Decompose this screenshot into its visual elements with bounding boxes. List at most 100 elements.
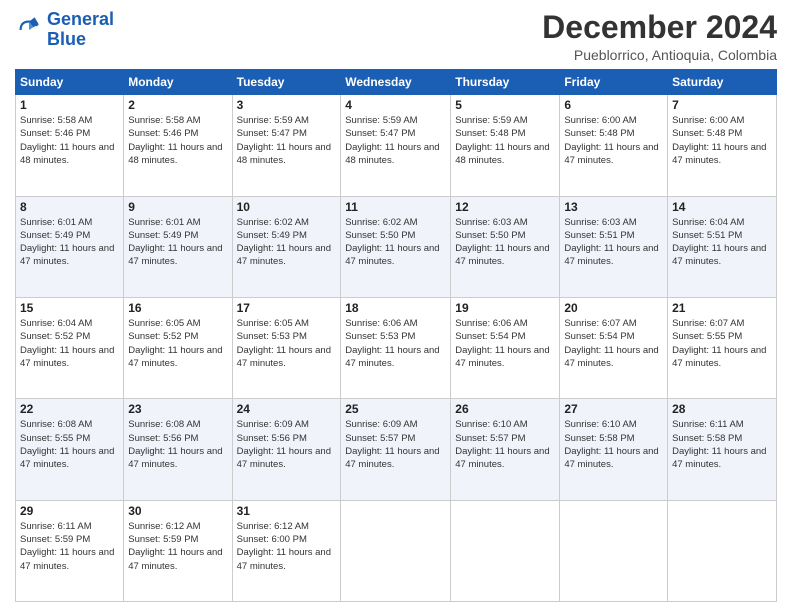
header: General Blue December 2024 Pueblorrico, … [15,10,777,63]
header-day-wednesday: Wednesday [341,70,451,95]
calendar-cell: 29 Sunrise: 6:11 AM Sunset: 5:59 PM Dayl… [16,500,124,601]
day-info: Sunrise: 6:01 AM Sunset: 5:49 PM Dayligh… [128,216,227,269]
calendar-cell: 19 Sunrise: 6:06 AM Sunset: 5:54 PM Dayl… [451,297,560,398]
day-number: 28 [672,402,772,416]
calendar-cell [668,500,777,601]
day-info: Sunrise: 6:02 AM Sunset: 5:49 PM Dayligh… [237,216,337,269]
day-info: Sunrise: 5:58 AM Sunset: 5:46 PM Dayligh… [20,114,119,167]
day-number: 9 [128,200,227,214]
day-number: 29 [20,504,119,518]
day-number: 8 [20,200,119,214]
month-title: December 2024 [542,10,777,45]
calendar-cell: 27 Sunrise: 6:10 AM Sunset: 5:58 PM Dayl… [560,399,668,500]
calendar-cell: 3 Sunrise: 5:59 AM Sunset: 5:47 PM Dayli… [232,95,341,196]
calendar-cell: 10 Sunrise: 6:02 AM Sunset: 5:49 PM Dayl… [232,196,341,297]
header-day-thursday: Thursday [451,70,560,95]
day-info: Sunrise: 6:10 AM Sunset: 5:57 PM Dayligh… [455,418,555,471]
day-info: Sunrise: 6:11 AM Sunset: 5:58 PM Dayligh… [672,418,772,471]
day-info: Sunrise: 6:06 AM Sunset: 5:53 PM Dayligh… [345,317,446,370]
day-number: 25 [345,402,446,416]
calendar-cell: 14 Sunrise: 6:04 AM Sunset: 5:51 PM Dayl… [668,196,777,297]
header-day-tuesday: Tuesday [232,70,341,95]
calendar-cell: 31 Sunrise: 6:12 AM Sunset: 6:00 PM Dayl… [232,500,341,601]
calendar-cell: 18 Sunrise: 6:06 AM Sunset: 5:53 PM Dayl… [341,297,451,398]
calendar-cell: 15 Sunrise: 6:04 AM Sunset: 5:52 PM Dayl… [16,297,124,398]
week-row-3: 15 Sunrise: 6:04 AM Sunset: 5:52 PM Dayl… [16,297,777,398]
day-number: 20 [564,301,663,315]
day-number: 4 [345,98,446,112]
day-number: 16 [128,301,227,315]
logo: General Blue [15,10,114,50]
calendar-cell: 11 Sunrise: 6:02 AM Sunset: 5:50 PM Dayl… [341,196,451,297]
day-info: Sunrise: 6:04 AM Sunset: 5:51 PM Dayligh… [672,216,772,269]
day-info: Sunrise: 5:59 AM Sunset: 5:47 PM Dayligh… [237,114,337,167]
header-day-friday: Friday [560,70,668,95]
day-number: 23 [128,402,227,416]
logo-icon [15,16,43,44]
day-number: 27 [564,402,663,416]
location-subtitle: Pueblorrico, Antioquia, Colombia [542,47,777,63]
day-info: Sunrise: 6:11 AM Sunset: 5:59 PM Dayligh… [20,520,119,573]
day-info: Sunrise: 6:12 AM Sunset: 5:59 PM Dayligh… [128,520,227,573]
day-info: Sunrise: 5:59 AM Sunset: 5:48 PM Dayligh… [455,114,555,167]
day-info: Sunrise: 6:09 AM Sunset: 5:56 PM Dayligh… [237,418,337,471]
day-info: Sunrise: 5:58 AM Sunset: 5:46 PM Dayligh… [128,114,227,167]
day-number: 11 [345,200,446,214]
calendar-cell: 13 Sunrise: 6:03 AM Sunset: 5:51 PM Dayl… [560,196,668,297]
day-number: 1 [20,98,119,112]
day-info: Sunrise: 6:01 AM Sunset: 5:49 PM Dayligh… [20,216,119,269]
day-info: Sunrise: 6:02 AM Sunset: 5:50 PM Dayligh… [345,216,446,269]
calendar-cell [560,500,668,601]
day-number: 22 [20,402,119,416]
header-day-saturday: Saturday [668,70,777,95]
header-row: SundayMondayTuesdayWednesdayThursdayFrid… [16,70,777,95]
calendar-cell: 4 Sunrise: 5:59 AM Sunset: 5:47 PM Dayli… [341,95,451,196]
calendar-cell: 30 Sunrise: 6:12 AM Sunset: 5:59 PM Dayl… [124,500,232,601]
day-number: 19 [455,301,555,315]
week-row-1: 1 Sunrise: 5:58 AM Sunset: 5:46 PM Dayli… [16,95,777,196]
day-number: 26 [455,402,555,416]
day-info: Sunrise: 6:12 AM Sunset: 6:00 PM Dayligh… [237,520,337,573]
day-number: 13 [564,200,663,214]
day-number: 6 [564,98,663,112]
day-info: Sunrise: 6:07 AM Sunset: 5:55 PM Dayligh… [672,317,772,370]
calendar-cell: 24 Sunrise: 6:09 AM Sunset: 5:56 PM Dayl… [232,399,341,500]
day-info: Sunrise: 6:03 AM Sunset: 5:50 PM Dayligh… [455,216,555,269]
day-info: Sunrise: 6:05 AM Sunset: 5:53 PM Dayligh… [237,317,337,370]
calendar-cell: 23 Sunrise: 6:08 AM Sunset: 5:56 PM Dayl… [124,399,232,500]
calendar-cell [341,500,451,601]
day-number: 15 [20,301,119,315]
calendar-cell: 26 Sunrise: 6:10 AM Sunset: 5:57 PM Dayl… [451,399,560,500]
day-info: Sunrise: 6:03 AM Sunset: 5:51 PM Dayligh… [564,216,663,269]
calendar-cell: 16 Sunrise: 6:05 AM Sunset: 5:52 PM Dayl… [124,297,232,398]
header-day-sunday: Sunday [16,70,124,95]
day-info: Sunrise: 6:05 AM Sunset: 5:52 PM Dayligh… [128,317,227,370]
day-info: Sunrise: 6:06 AM Sunset: 5:54 PM Dayligh… [455,317,555,370]
day-number: 5 [455,98,555,112]
day-number: 12 [455,200,555,214]
day-number: 18 [345,301,446,315]
week-row-4: 22 Sunrise: 6:08 AM Sunset: 5:55 PM Dayl… [16,399,777,500]
calendar-cell: 25 Sunrise: 6:09 AM Sunset: 5:57 PM Dayl… [341,399,451,500]
day-info: Sunrise: 6:08 AM Sunset: 5:56 PM Dayligh… [128,418,227,471]
calendar-cell: 7 Sunrise: 6:00 AM Sunset: 5:48 PM Dayli… [668,95,777,196]
logo-text: General Blue [47,10,114,50]
calendar-cell [451,500,560,601]
day-info: Sunrise: 6:07 AM Sunset: 5:54 PM Dayligh… [564,317,663,370]
day-number: 30 [128,504,227,518]
week-row-5: 29 Sunrise: 6:11 AM Sunset: 5:59 PM Dayl… [16,500,777,601]
day-number: 31 [237,504,337,518]
calendar-cell: 5 Sunrise: 5:59 AM Sunset: 5:48 PM Dayli… [451,95,560,196]
day-info: Sunrise: 5:59 AM Sunset: 5:47 PM Dayligh… [345,114,446,167]
calendar-cell: 1 Sunrise: 5:58 AM Sunset: 5:46 PM Dayli… [16,95,124,196]
day-number: 10 [237,200,337,214]
calendar-cell: 22 Sunrise: 6:08 AM Sunset: 5:55 PM Dayl… [16,399,124,500]
day-info: Sunrise: 6:10 AM Sunset: 5:58 PM Dayligh… [564,418,663,471]
page: General Blue December 2024 Pueblorrico, … [0,0,792,612]
day-number: 7 [672,98,772,112]
calendar-cell: 17 Sunrise: 6:05 AM Sunset: 5:53 PM Dayl… [232,297,341,398]
title-section: December 2024 Pueblorrico, Antioquia, Co… [542,10,777,63]
day-number: 24 [237,402,337,416]
logo-line1: General [47,9,114,29]
day-info: Sunrise: 6:04 AM Sunset: 5:52 PM Dayligh… [20,317,119,370]
